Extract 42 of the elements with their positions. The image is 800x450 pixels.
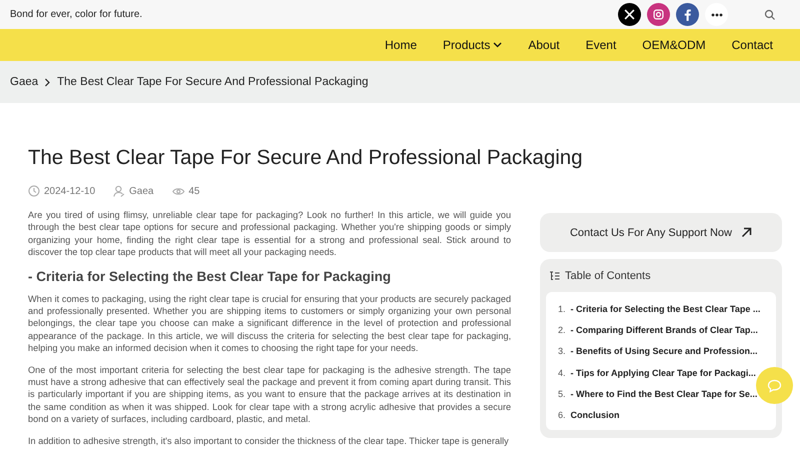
nav-link[interactable]: Event [576,38,626,52]
f-logo-icon [684,8,691,20]
paragraph: Are you tired of using flimsy, unreliable clear tape for packaging? Look no further! In this article, we will guide you through the best clear tape options for secure and professional packaging. Whether you're shipping goods or simply organizing your home, finding the right clear tape is essential for a strong and professional seal. Stick around to discover the top clear tape products that will meet all your packaging needs. [28,209,511,259]
toc-title: Table of Contents [565,270,651,282]
nav-link[interactable]: Home [376,38,426,52]
contact-support-button[interactable]: Contact Us For Any Support Now [540,213,782,252]
more-button[interactable] [705,3,728,26]
nav-link[interactable]: Products [434,38,512,52]
speech-bubble-icon [767,378,782,392]
post-author: Gaea [129,186,154,196]
more-icon [710,12,722,16]
nav-link[interactable]: Contact [722,38,782,52]
user-icon [113,185,126,197]
nav-link[interactable]: OEM&ODM [633,38,715,52]
toc-link[interactable]: 1. - Criteria for Selecting the Best Clear Tape ... [558,298,760,320]
instagram-social-button[interactable] [647,3,670,26]
toc-link[interactable]: 5. - Where to Find the Best Clear Tape for Se... [558,383,758,404]
paragraph: When it comes to packaging, using the right clear tape is crucial for ensuring that your products are securely packaged and professionally presented. Whether you are shipping items to customers or simply organizing your own personal belongings, the clear tape you choose can make a significant difference in the level of protection and professional appearance of the package. In this article, we will discuss the criteria for selecting the best clear tape for packaging, helping you make an informed decision when it comes to choosing the right tape for your needs. [28,292,511,355]
search-icon[interactable] [764,8,776,20]
post-date: 2024-12-10 [44,186,96,196]
tagline: Bond for ever, color for future. [10,9,144,20]
camera-icon [653,9,664,20]
toc-link[interactable]: 2. - Comparing Different Brands of Clear Tap... [558,319,758,341]
section-heading: - Criteria for Selecting the Best Clear Tape for Packaging [28,268,392,285]
view-count: 45 [188,186,200,196]
list-icon [549,271,560,281]
x-social-button[interactable] [618,3,641,26]
clock-icon [28,185,40,197]
chevron-right-icon [44,78,52,86]
toc-link[interactable]: 6. Conclusion [558,404,620,426]
x-logo-icon [624,9,635,20]
breadcrumb-item[interactable]: Gaea [10,76,38,88]
article-title: The Best Clear Tape For Secure And Professional Packaging [28,145,583,171]
toc-link[interactable]: 3. - Benefits of Using Secure and Profession... [558,340,758,362]
breadcrumb-item: The Best Clear Tape For Secure And Professional Packaging [57,76,368,88]
paragraph: One of the most important criteria for selecting the best clear tape for packaging is the adhesive strength. The tape must have a strong adhesive that can effectively seal the package and prevent it from coming apart during transit. This is particularly important if you are shipping items, as you want to ensure that the package arrives at its destination in the same condition as when it was shipped. Look for clear tape with a strong acrylic adhesive that provides a secure bond on a variety of surfaces, including cardboard, plastic, and metal. [28,364,511,426]
arrow-up-right-icon [741,227,752,238]
toc-link[interactable]: 4. - Tips for Applying Clear Tape for Packagi... [558,362,756,384]
eye-icon [172,186,185,196]
facebook-social-button[interactable] [676,3,699,26]
nav-link[interactable]: About [519,38,569,52]
paragraph: In addition to adhesive strength, it's also important to consider the thickness of the clear tape. Thicker tape is generally [28,434,510,448]
